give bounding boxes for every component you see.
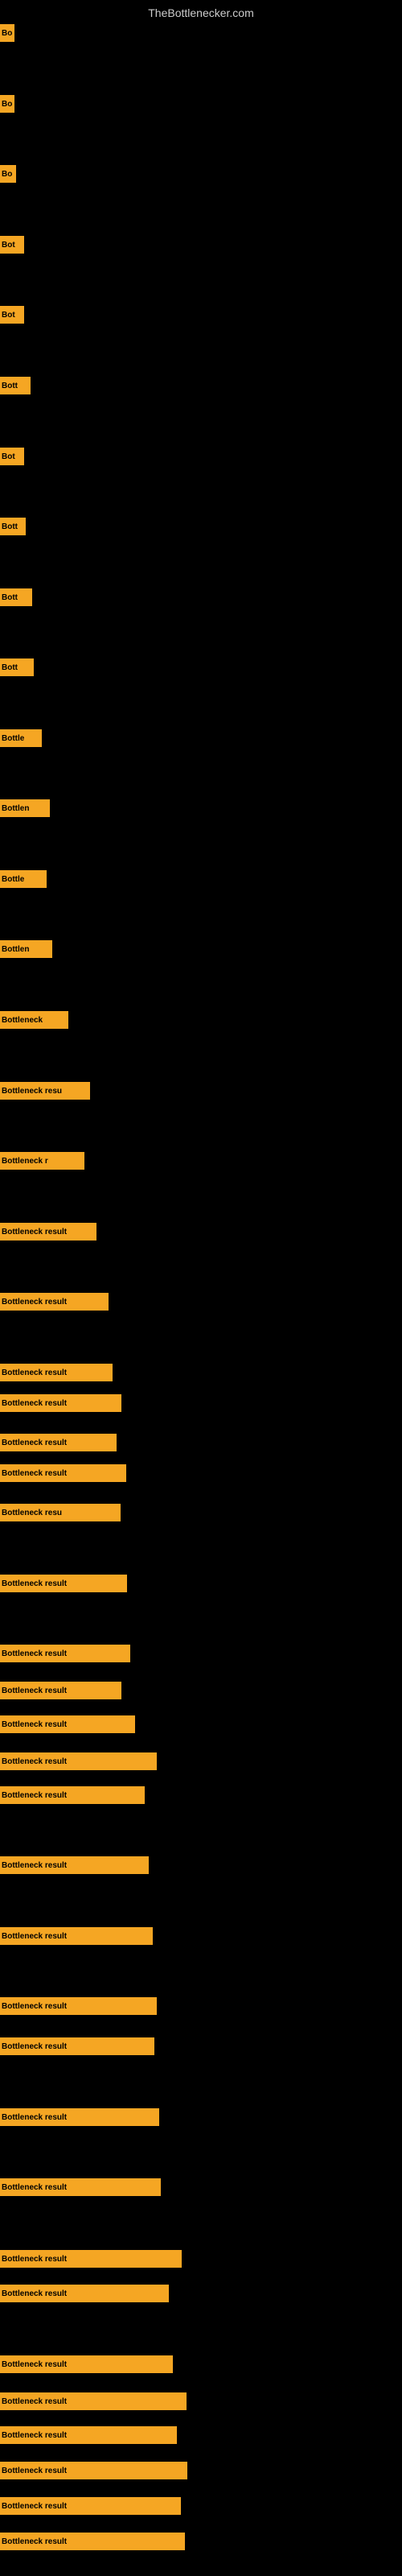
bar-label: Bottleneck result [2, 2255, 67, 2264]
bar-label: Bottleneck result [2, 1579, 67, 1588]
bar-label: Bottlen [2, 804, 29, 813]
bar-label: Bot [2, 241, 15, 250]
bar-label: Bottleneck resu [2, 1509, 62, 1517]
bar-item: Bottleneck resu [0, 1504, 121, 1521]
bar-item: Bottle [0, 870, 47, 888]
bar-item: Bottleneck result [0, 1575, 127, 1592]
bar-item: Bottleneck result [0, 2037, 154, 2055]
bar-item: Bott [0, 377, 31, 394]
bar-item: Bot [0, 236, 24, 254]
bar-label: Bottleneck result [2, 2502, 67, 2511]
bar-item: Bot [0, 448, 24, 465]
bar-item: Bottleneck result [0, 1434, 117, 1451]
bar-label: Bottleneck result [2, 2042, 67, 2051]
bar-item: Bottleneck result [0, 1786, 145, 1804]
bar-item: Bottleneck result [0, 1645, 130, 1662]
bar-label: Bottleneck result [2, 1298, 67, 1307]
bar-item: Bottlen [0, 799, 50, 817]
bar-item: Bottleneck result [0, 1715, 135, 1733]
bar-item: Bottleneck result [0, 1682, 121, 1699]
bar-item: Bottleneck result [0, 1364, 113, 1381]
bar-label: Bott [2, 522, 18, 531]
bar-label: Bottleneck result [2, 1368, 67, 1377]
bar-label: Bottleneck result [2, 1649, 67, 1658]
bar-item: Bottleneck result [0, 1394, 121, 1412]
bar-label: Bott [2, 593, 18, 602]
bar-item: Bottleneck resu [0, 1082, 90, 1100]
bar-label: Bottle [2, 734, 24, 743]
bar-item: Bottleneck result [0, 2250, 182, 2268]
bar-item: Bottleneck result [0, 2108, 159, 2126]
bar-label: Bottleneck result [2, 1228, 67, 1236]
bar-label: Bottleneck result [2, 2183, 67, 2192]
bar-label: Bo [2, 29, 12, 38]
bar-label: Bottleneck result [2, 1686, 67, 1695]
bar-label: Bottleneck r [2, 1157, 48, 1166]
bar-item: Bo [0, 95, 14, 113]
bar-item: Bottleneck result [0, 2355, 173, 2373]
site-title: TheBottlenecker.com [0, 0, 402, 23]
bar-label: Bo [2, 100, 12, 109]
bar-label: Bottleneck result [2, 2289, 67, 2298]
bar-label: Bottlen [2, 945, 29, 954]
bar-item: Bo [0, 165, 16, 183]
bar-label: Bottleneck result [2, 2397, 67, 2406]
bar-item: Bottleneck result [0, 1464, 126, 1482]
bar-label: Bottleneck result [2, 2360, 67, 2369]
bar-label: Bot [2, 311, 15, 320]
bar-item: Bottleneck result [0, 2178, 161, 2196]
bar-item: Bottleneck [0, 1011, 68, 1029]
bar-label: Bottleneck result [2, 2431, 67, 2440]
bar-item: Bottleneck result [0, 2533, 185, 2550]
bar-label: Bott [2, 663, 18, 672]
bar-item: Bottleneck result [0, 2285, 169, 2302]
bar-item: Bo [0, 24, 14, 42]
bar-label: Bottleneck result [2, 1720, 67, 1729]
bar-label: Bottleneck result [2, 2537, 67, 2546]
bar-label: Bot [2, 452, 15, 461]
bar-item: Bottleneck result [0, 1997, 157, 2015]
bar-label: Bottleneck [2, 1016, 43, 1025]
bar-label: Bottleneck result [2, 1439, 67, 1447]
bar-item: Bottleneck result [0, 1752, 157, 1770]
bar-item: Bottleneck result [0, 1856, 149, 1874]
bar-item: Bottleneck result [0, 1293, 109, 1311]
bar-label: Bottleneck result [2, 2002, 67, 2011]
bar-label: Bottleneck result [2, 1757, 67, 1766]
bar-item: Bottleneck r [0, 1152, 84, 1170]
bar-item: Bottleneck result [0, 2497, 181, 2515]
bar-label: Bottleneck result [2, 1791, 67, 1800]
bar-item: Bott [0, 588, 32, 606]
bar-label: Bottleneck resu [2, 1087, 62, 1096]
bar-label: Bott [2, 382, 18, 390]
bar-label: Bottleneck result [2, 1861, 67, 1870]
bar-item: Bottlen [0, 940, 52, 958]
bar-label: Bottle [2, 875, 24, 884]
bar-item: Bottleneck result [0, 2392, 187, 2410]
bar-label: Bottleneck result [2, 2467, 67, 2475]
bar-label: Bottleneck result [2, 1399, 67, 1408]
bar-item: Bottleneck result [0, 1223, 96, 1241]
bar-item: Bott [0, 658, 34, 676]
bar-label: Bo [2, 170, 12, 179]
bar-item: Bott [0, 518, 26, 535]
bar-item: Bottle [0, 729, 42, 747]
bar-item: Bot [0, 306, 24, 324]
bar-label: Bottleneck result [2, 1469, 67, 1478]
bar-item: Bottleneck result [0, 1927, 153, 1945]
bar-item: Bottleneck result [0, 2462, 187, 2479]
bar-label: Bottleneck result [2, 1932, 67, 1941]
bar-label: Bottleneck result [2, 2113, 67, 2122]
bar-item: Bottleneck result [0, 2426, 177, 2444]
